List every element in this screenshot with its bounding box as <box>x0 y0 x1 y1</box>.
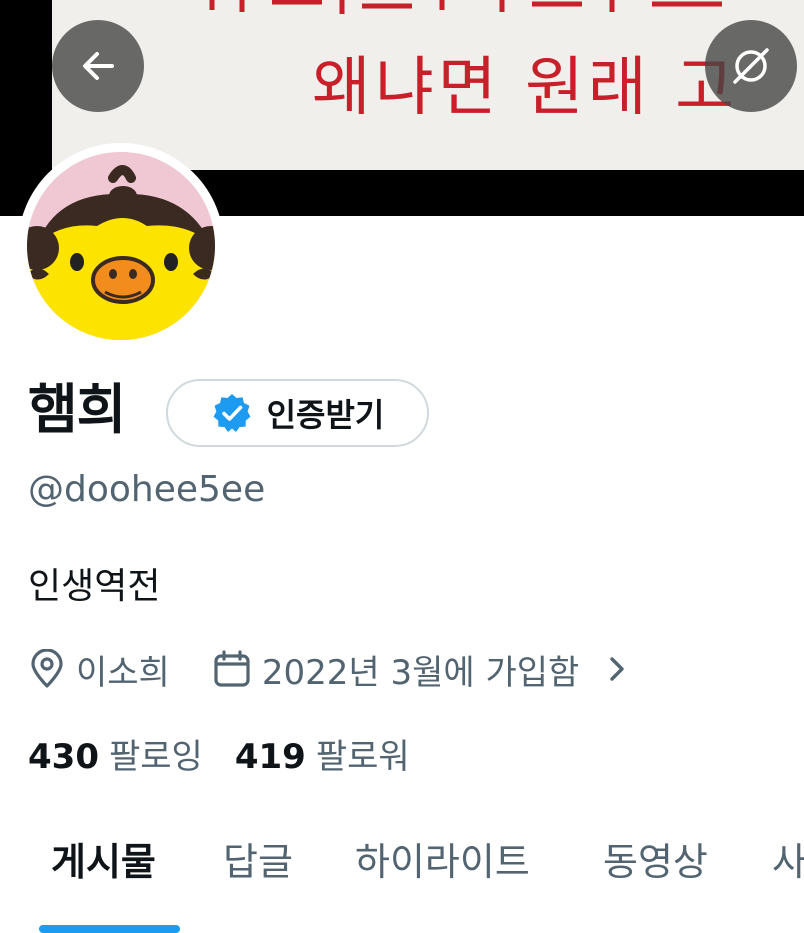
tab-replies[interactable]: 답글 <box>223 832 293 892</box>
tab-highlights[interactable]: 하이라이트 <box>355 832 530 892</box>
profile-avatar[interactable] <box>18 143 224 349</box>
location: 이소희 <box>28 645 170 694</box>
back-button[interactable] <box>52 20 144 112</box>
location-pin-icon <box>31 649 63 688</box>
profile-bio: 인생역전 <box>28 566 161 607</box>
followers-count: 419 <box>234 736 306 777</box>
get-verified-button[interactable]: 인증받기 <box>166 379 429 447</box>
verified-badge-icon <box>213 394 251 432</box>
get-verified-label: 인증받기 <box>266 396 385 434</box>
profile-tabs: 게시물 답글 하이라이트 동영상 사 <box>0 832 804 902</box>
banner-cropped-text <box>209 0 722 14</box>
joined-date[interactable]: 2022년 3월에 가입함 <box>212 645 627 694</box>
calendar-icon <box>214 650 250 687</box>
tab-posts[interactable]: 게시물 <box>51 832 156 892</box>
joined-text: 2022년 3월에 가입함 <box>261 652 580 693</box>
following-label: 팔로잉 <box>108 736 203 777</box>
banner-text: 왜냐면 원래 고 <box>312 51 738 125</box>
followers-label: 팔로워 <box>315 736 410 777</box>
circle-slash-icon <box>733 48 769 84</box>
tab-next[interactable]: 사 <box>772 832 804 892</box>
location-text: 이소희 <box>76 652 170 693</box>
chevron-right-icon <box>607 654 627 684</box>
followers-link[interactable]: 419 팔로워 <box>235 729 410 778</box>
follow-stats: 430 팔로잉 419 팔로워 <box>28 728 410 778</box>
tab-videos[interactable]: 동영상 <box>603 832 708 892</box>
arrow-left-icon <box>83 52 114 80</box>
active-tab-indicator <box>39 925 180 933</box>
chick-avatar-illustration <box>27 152 215 340</box>
following-link[interactable]: 430 팔로잉 <box>28 729 203 778</box>
banner-action-button[interactable] <box>705 20 797 112</box>
profile-meta: 이소희 2022년 3월에 가입함 <box>28 644 627 694</box>
following-count: 430 <box>28 736 99 777</box>
display-name: 햄희 <box>28 378 126 441</box>
avatar-image <box>27 152 215 340</box>
user-handle: @doohee5ee <box>28 469 266 510</box>
